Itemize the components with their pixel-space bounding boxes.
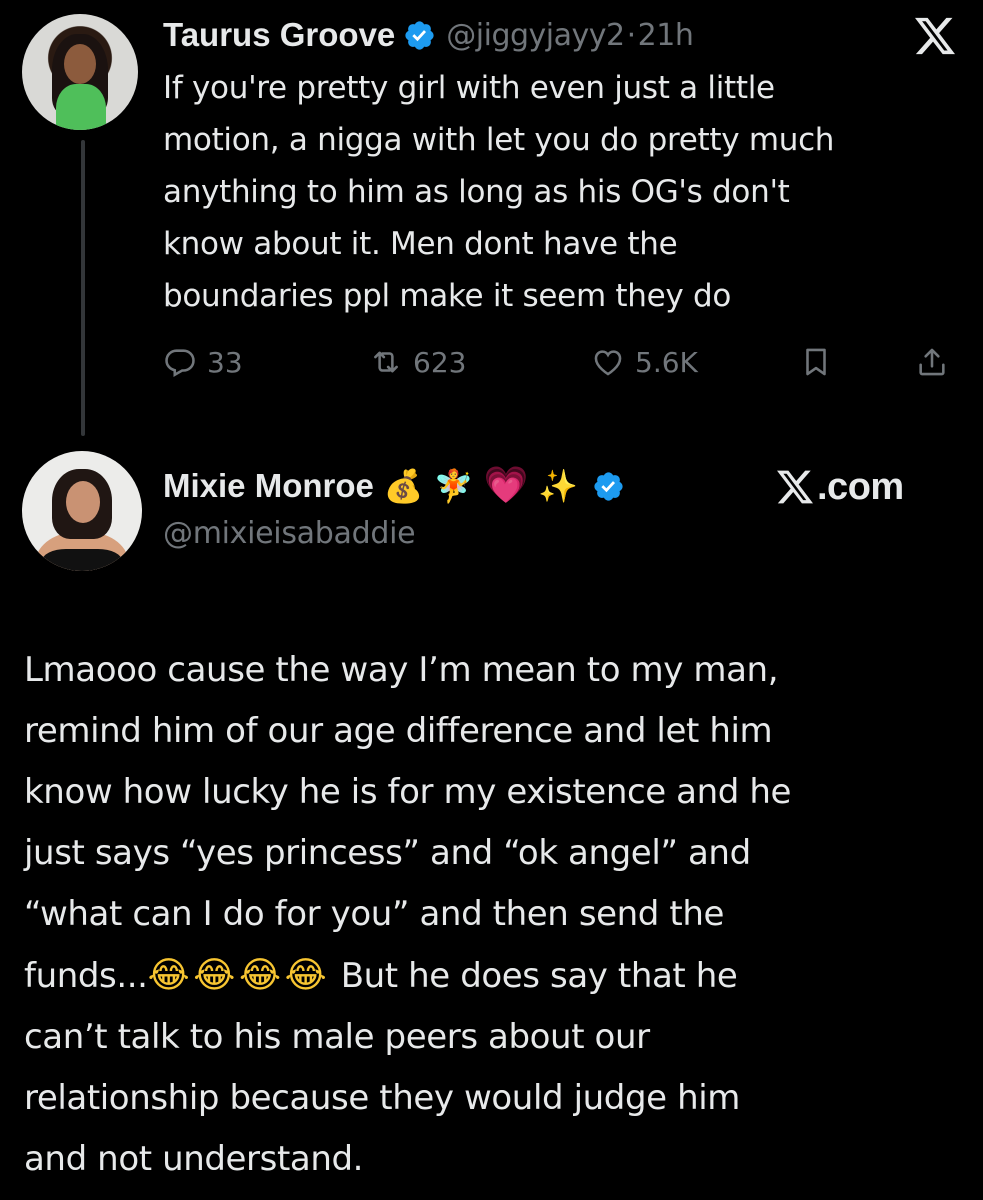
- x-logo-icon: [777, 470, 813, 504]
- reply-tweet-text: Lmaooo cause the way I’m mean to my man,…: [24, 640, 974, 1190]
- avatar-taurus-groove[interactable]: [22, 14, 138, 130]
- retweet-button[interactable]: 623: [369, 338, 466, 386]
- tears-of-joy-emoji: 😂: [284, 955, 327, 996]
- verified-badge-icon: [592, 470, 625, 503]
- reply-text-line: “what can I do for you” and then send th…: [24, 894, 724, 934]
- reply-text-line: relationship because they would judge hi…: [24, 1078, 740, 1118]
- sparkles-emoji: ✨: [538, 467, 579, 505]
- share-icon: [919, 348, 945, 376]
- tears-of-joy-emoji: 😂: [238, 955, 281, 996]
- tears-of-joy-emoji: 😂: [147, 955, 190, 996]
- parent-text-line: If you're pretty girl with even just a l…: [163, 70, 775, 106]
- parent-handle[interactable]: @jiggyjayy2: [446, 18, 625, 53]
- x-com-watermark: .com: [775, 464, 904, 510]
- parent-timestamp[interactable]: 21h: [638, 18, 694, 53]
- like-button[interactable]: 5.6K: [591, 338, 698, 386]
- verified-badge-icon: [403, 19, 436, 52]
- bookmark-button[interactable]: [799, 338, 843, 386]
- reply-text-line: Lmaooo cause the way I’m mean to my man,: [24, 650, 779, 690]
- like-count: 5.6K: [635, 345, 698, 379]
- avatar-face: [66, 481, 100, 523]
- reply-text-line: can’t talk to his male peers about our: [24, 1017, 650, 1057]
- avatar-face: [64, 44, 96, 84]
- parent-display-name[interactable]: Taurus Groove: [163, 16, 395, 54]
- avatar-mixie-monroe[interactable]: [22, 451, 142, 571]
- reply-display-name[interactable]: Mixie Monroe: [163, 467, 374, 505]
- parent-text-line: boundaries ppl make it seem they do: [163, 278, 732, 314]
- parent-separator: ·: [626, 17, 637, 53]
- parent-text-line: anything to him as long as his OG's don'…: [163, 174, 790, 210]
- reply-text-fragment: funds...: [24, 956, 148, 996]
- reply-text-line: and not understand.: [24, 1139, 364, 1179]
- retweet-count: 623: [413, 345, 467, 379]
- x-com-text: .com: [817, 465, 904, 508]
- tears-of-joy-emoji: 😂: [193, 955, 235, 996]
- reply-text-line: know how lucky he is for my existence an…: [24, 772, 792, 812]
- reply-text-line: just says “yes princess” and “ok angel” …: [24, 833, 751, 873]
- reply-text-fragment: But he does say that he: [340, 956, 738, 996]
- bookmark-icon: [806, 348, 826, 376]
- parent-text-line: know about it. Men dont have the: [163, 226, 678, 262]
- fairy-emoji: 🧚: [433, 467, 474, 505]
- avatar-top: [56, 84, 106, 130]
- parent-text-line: motion, a nigga with let you do pretty m…: [163, 122, 835, 158]
- reply-text-line-with-emojis: funds...😂 😂 😂 😂 But he does say that he: [24, 945, 974, 1007]
- pink-heart-emoji: 💗: [483, 465, 529, 506]
- parent-tweet-header: Taurus Groove @jiggyjayy2 · 21h: [163, 14, 694, 56]
- retweet-icon: [374, 351, 398, 373]
- x-logo-icon[interactable]: [912, 16, 958, 56]
- reply-tweet-header: Mixie Monroe 💰 🧚 💗 ✨: [163, 464, 635, 508]
- money-bag-emoji: 💰: [383, 467, 424, 505]
- reply-icon: [165, 349, 195, 377]
- reply-text-line: remind him of our age difference and let…: [24, 711, 773, 751]
- avatar-dress: [42, 549, 122, 571]
- parent-tweet-text: If you're pretty girl with even just a l…: [163, 62, 963, 322]
- like-icon: [594, 350, 622, 376]
- thread-connector-line: [81, 140, 85, 436]
- reply-count: 33: [207, 345, 243, 379]
- parent-tweet-actions: 33 623 5.6K: [163, 338, 963, 386]
- share-button[interactable]: [915, 338, 959, 386]
- reply-handle[interactable]: @mixieisabaddie: [163, 516, 416, 551]
- reply-button[interactable]: 33: [163, 338, 243, 386]
